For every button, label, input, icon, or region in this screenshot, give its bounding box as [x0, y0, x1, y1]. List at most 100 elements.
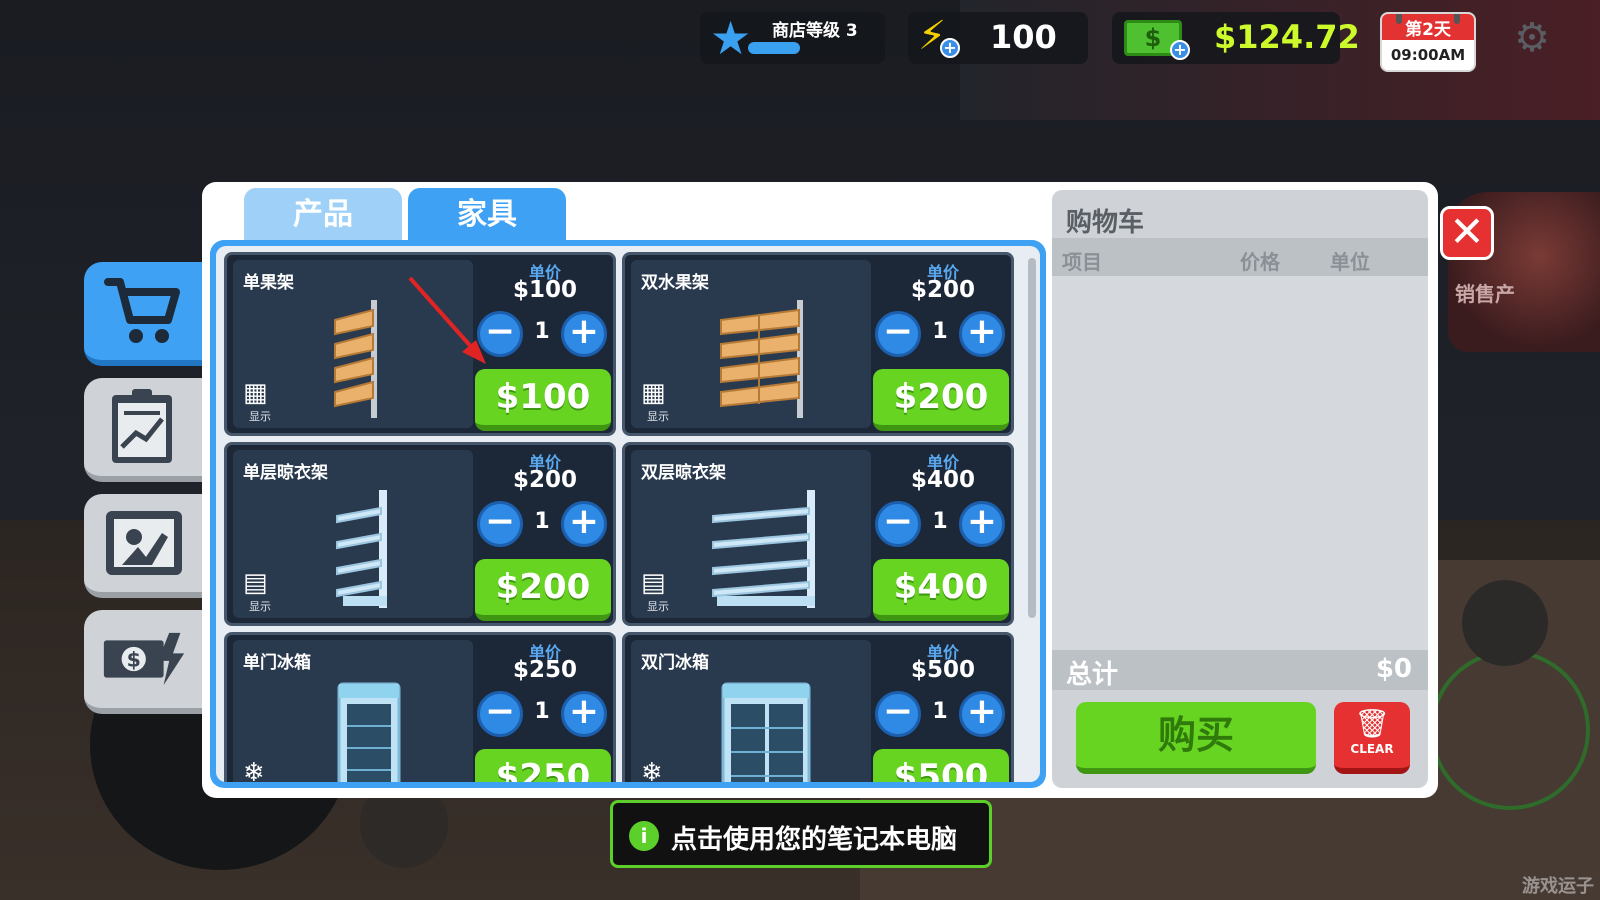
add-to-cart-button[interactable]: $200: [475, 559, 611, 621]
energy-value: 100: [990, 18, 1057, 56]
item-name: 单果架: [243, 273, 294, 293]
cash-panel: $ + $124.72: [1112, 12, 1360, 64]
add-cash-button[interactable]: +: [1170, 40, 1190, 60]
background-sign-text: 销售产: [1455, 282, 1515, 306]
item-preview: 单层晾衣架 ▤ 显示: [233, 450, 473, 618]
clear-label: CLEAR: [1350, 742, 1394, 756]
shopping-cart-panel: 购物车 项目 价格 单位 总计 $0 购买 🗑 CLEAR: [1052, 190, 1428, 788]
side-nav-cart[interactable]: [84, 262, 208, 366]
quantity-increase-button[interactable]: +: [959, 501, 1005, 547]
single-shelf-rack-image: [336, 490, 387, 608]
store-level-panel: ★ 商店等级 3: [700, 12, 885, 64]
single-fruit-rack-image: [334, 300, 377, 418]
unit-price: $100: [512, 277, 577, 303]
hint-text: 点击使用您的笔记本电脑: [671, 825, 958, 855]
quantity-increase-button[interactable]: +: [959, 691, 1005, 737]
quantity-value: 1: [534, 509, 550, 534]
display-shelf-icon: ▤: [243, 568, 268, 598]
cart-item-list[interactable]: [1052, 276, 1428, 650]
unit-price: $200: [512, 467, 577, 493]
fridge-icon: ❄: [641, 758, 663, 782]
quantity-value: 1: [932, 699, 948, 724]
item-name: 单层晾衣架: [243, 463, 328, 483]
item-card: 单果架 ▦ 显示 单价 $100 − 1 + $100: [224, 252, 616, 436]
level-progress-bar: [748, 42, 800, 54]
quantity-decrease-button[interactable]: −: [477, 501, 523, 547]
add-to-cart-button[interactable]: $100: [475, 369, 611, 431]
cart-column-item: 项目: [1062, 250, 1102, 274]
unit-price: $250: [512, 657, 577, 683]
display-label: 显示: [647, 600, 669, 613]
cart-header: 项目 价格 单位: [1052, 238, 1428, 276]
tab-products[interactable]: 产品: [244, 188, 402, 242]
item-preview: 双水果架 ▦ 显示: [631, 260, 871, 428]
fridge-icon: ❄: [243, 758, 265, 782]
tab-furniture[interactable]: 家具: [408, 188, 566, 242]
quantity-decrease-button[interactable]: −: [477, 311, 523, 357]
item-card: 双水果架 ▦ 显示 单价 $200 − 1 + $200: [622, 252, 1014, 436]
item-card: 单层晾衣架 ▤ 显示 单价 $200 − 1 + $200: [224, 442, 616, 626]
cash-value: $124.72: [1214, 18, 1360, 56]
furniture-grid[interactable]: 单果架 ▦ 显示 单价 $100 − 1 + $100 双水果架 ▦ 显示 单价…: [216, 246, 1040, 782]
quantity-increase-button[interactable]: +: [561, 311, 607, 357]
quantity-decrease-button[interactable]: −: [875, 501, 921, 547]
cart-total-label: 总计: [1066, 660, 1119, 690]
item-preview: 双门冰箱 ❄: [631, 640, 871, 782]
add-to-cart-button[interactable]: $200: [873, 369, 1009, 431]
side-nav-finance[interactable]: $: [84, 610, 208, 714]
quantity-decrease-button[interactable]: −: [477, 691, 523, 737]
quantity-increase-button[interactable]: +: [561, 691, 607, 737]
info-icon: i: [629, 821, 659, 851]
double-fruit-rack-image: [720, 300, 803, 418]
trash-icon: 🗑: [1354, 707, 1390, 740]
store-level-text: 商店等级 3: [772, 21, 858, 41]
quantity-increase-button[interactable]: +: [561, 501, 607, 547]
double-shelf-rack-image: [712, 490, 815, 608]
quantity-value: 1: [932, 319, 948, 344]
quantity-value: 1: [534, 699, 550, 724]
cart-total-bar: 总计 $0: [1052, 650, 1428, 690]
item-name: 单门冰箱: [243, 653, 311, 673]
quantity-decrease-button[interactable]: −: [875, 311, 921, 357]
interaction-ring: [1430, 650, 1590, 810]
add-to-cart-button[interactable]: $500: [873, 749, 1009, 782]
svg-text:$: $: [127, 647, 141, 671]
calendar-ring-icon: [1454, 14, 1460, 24]
item-preview: 单门冰箱 ❄: [233, 640, 473, 782]
painting-icon: [102, 506, 186, 580]
side-nav-decor[interactable]: [84, 494, 208, 598]
cart-title: 购物车: [1066, 208, 1145, 238]
calendar-ring-icon: [1396, 14, 1402, 24]
furniture-grid-frame: 单果架 ▦ 显示 单价 $100 − 1 + $100 双水果架 ▦ 显示 单价…: [210, 240, 1046, 788]
item-name: 双水果架: [641, 273, 709, 293]
display-shelf-icon: ▤: [641, 568, 666, 598]
quantity-increase-button[interactable]: +: [959, 311, 1005, 357]
cash-bolt-icon: $: [102, 622, 186, 696]
grid-scrollbar[interactable]: [1028, 258, 1036, 618]
unit-price: $200: [910, 277, 975, 303]
calendar-time: 09:00AM: [1390, 46, 1466, 64]
settings-gear-icon[interactable]: ⚙: [1510, 16, 1554, 60]
item-preview: 单果架 ▦ 显示: [233, 260, 473, 428]
run-action-button[interactable]: [1462, 580, 1548, 666]
add-to-cart-button[interactable]: $250: [475, 749, 611, 782]
calendar-widget: 第2天 09:00AM: [1380, 12, 1476, 72]
purchase-button[interactable]: 购买: [1076, 702, 1316, 774]
side-nav-reports[interactable]: [84, 378, 208, 482]
add-to-cart-button[interactable]: $400: [873, 559, 1009, 621]
energy-panel: ⚡ + 100: [908, 12, 1088, 64]
clear-cart-button[interactable]: 🗑 CLEAR: [1334, 702, 1410, 774]
double-door-fridge-image: [721, 682, 811, 782]
display-label: 显示: [249, 600, 271, 613]
single-door-fridge-image: [337, 682, 401, 782]
quantity-value: 1: [534, 319, 550, 344]
close-button[interactable]: ✕: [1440, 206, 1494, 260]
item-name: 双门冰箱: [641, 653, 709, 673]
add-energy-button[interactable]: +: [940, 38, 960, 58]
quantity-value: 1: [932, 509, 948, 534]
quantity-decrease-button[interactable]: −: [875, 691, 921, 737]
item-preview: 双层晾衣架 ▤ 显示: [631, 450, 871, 618]
display-shelf-icon: ▦: [641, 378, 666, 408]
display-label: 显示: [647, 410, 669, 423]
item-card: 双门冰箱 ❄ 单价 $500 − 1 + $500: [622, 632, 1014, 782]
